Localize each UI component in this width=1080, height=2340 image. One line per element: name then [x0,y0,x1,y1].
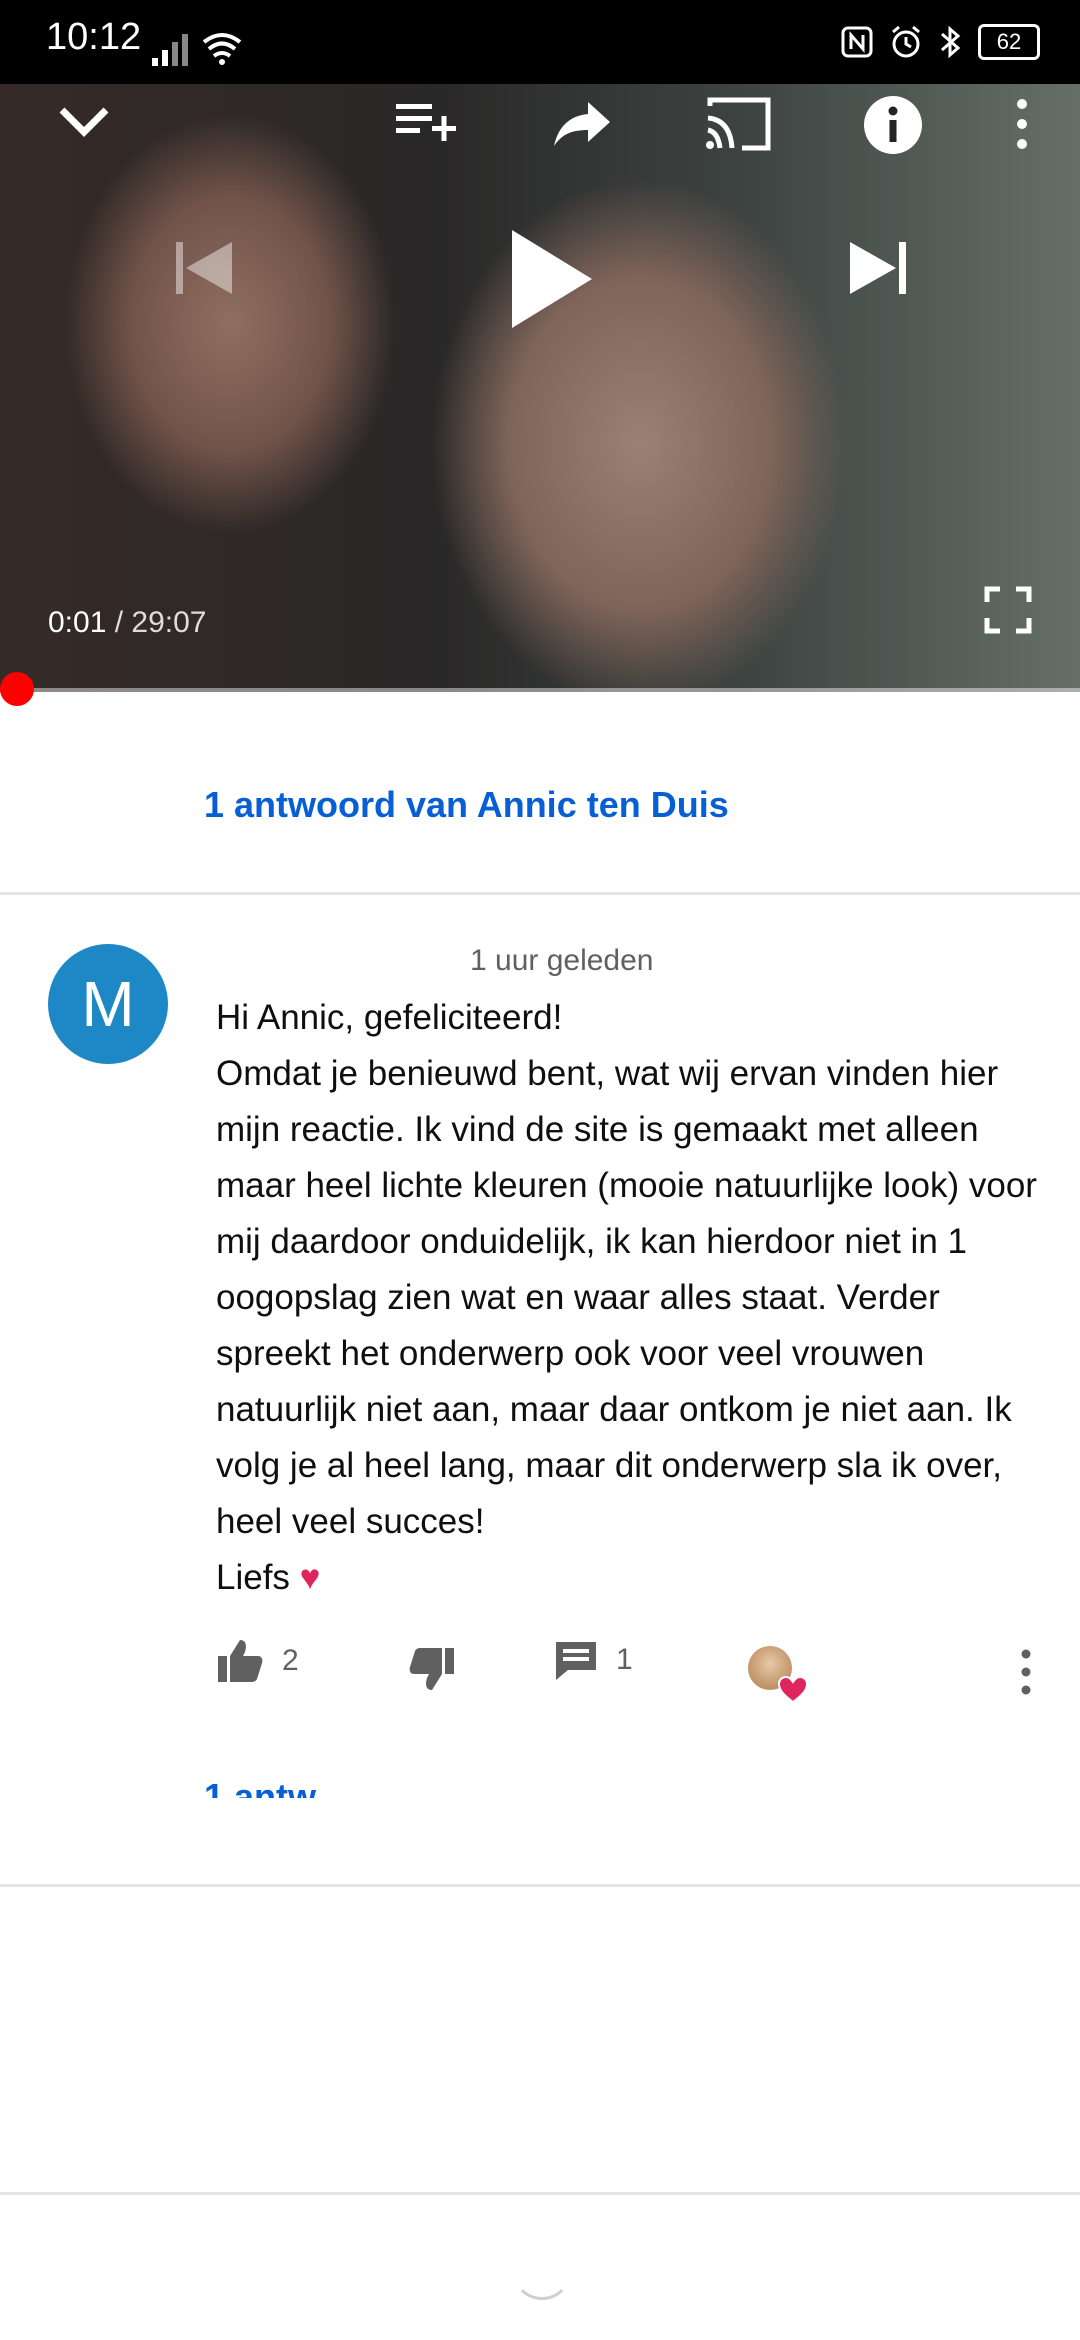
share-icon[interactable] [552,98,612,150]
comment-text-content: Hi Annic, gefeliciteerd! Omdat je benieu… [216,998,1037,1597]
add-to-queue-icon[interactable] [394,96,458,152]
comment-divider [0,892,1080,895]
signal-wifi-icons [152,30,252,75]
bluetooth-icon [941,25,961,59]
alarm-icon [892,25,920,58]
current-time: 0:01 [48,606,107,639]
comment-menu-icon[interactable] [1016,1648,1036,1696]
like-button[interactable]: 2 [216,1638,299,1684]
like-count: 2 [282,1644,299,1677]
previous-video-icon[interactable] [172,236,236,300]
play-icon[interactable] [506,224,596,334]
battery-indicator: 62 [978,24,1040,60]
cast-icon[interactable] [704,96,774,152]
reply-button[interactable]: 1 [554,1638,633,1682]
scrubber-handle[interactable] [0,672,34,706]
minimize-chevron-icon[interactable] [56,96,112,152]
creator-heart-badge [748,1646,808,1704]
time-separator: / [114,606,124,639]
nfc-icon [841,26,873,58]
fullscreen-icon[interactable] [984,586,1032,634]
dislike-button[interactable] [408,1646,456,1692]
replies-link-partial[interactable]: 1 antw [204,1776,316,1798]
comment-timestamp: 1 uur geleden [470,944,654,977]
comment-text: Hi Annic, gefeliciteerd! Omdat je benieu… [216,990,1042,1606]
heart-icon [778,1676,808,1704]
heart-emoji: ♥ [299,1558,321,1597]
playback-time: 0:01 / 29:07 [48,606,207,640]
status-right-icons: 62 [840,24,1040,60]
signal-icon [152,33,242,66]
status-time: 10:12 [46,16,142,58]
status-bar: 10:12 62 [0,0,1080,84]
loading-spinner [512,2240,572,2300]
comment-divider-2 [0,1884,1080,1887]
progress-bar[interactable] [0,688,1080,692]
reply-count: 1 [616,1643,633,1676]
thumbs-down-icon [409,1648,454,1690]
duration: 29:07 [131,606,207,639]
creator-avatar [748,1646,808,1704]
thumbs-up-icon [218,1640,263,1682]
info-icon[interactable] [862,94,924,156]
commenter-avatar[interactable]: M [48,944,168,1064]
video-player[interactable]: 0:01 / 29:07 [0,84,1080,692]
reply-comment-icon [556,1642,596,1680]
replies-link[interactable]: 1 antwoord van Annic ten Duis [204,784,729,826]
next-video-icon[interactable] [846,236,910,300]
comment-divider-3 [0,2192,1080,2195]
more-options-icon[interactable] [1012,96,1032,152]
player-overlay [0,84,1080,692]
comment-actions: 2 1 [0,1636,1080,1706]
